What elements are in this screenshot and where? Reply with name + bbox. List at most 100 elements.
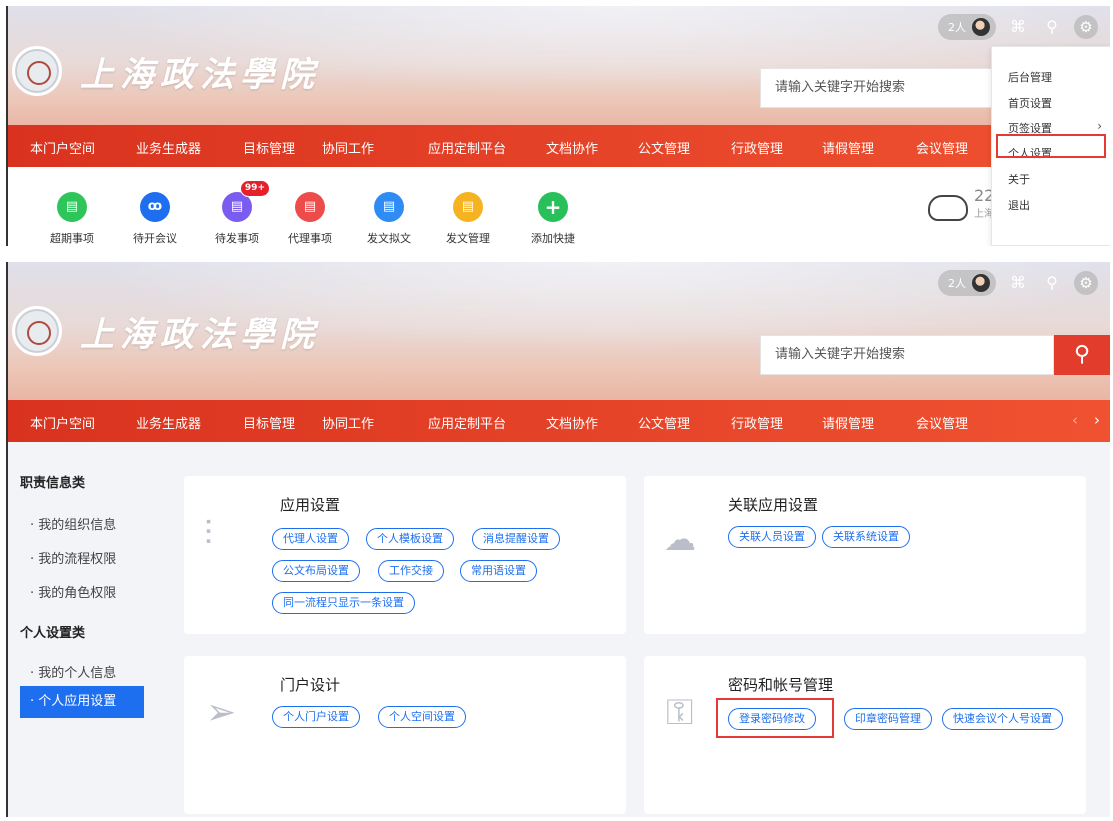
online-count: 2人 — [948, 277, 966, 290]
doc-icon: ▤ — [57, 192, 87, 222]
chevron-right-icon: › — [1097, 119, 1102, 133]
sidebar-item-process-rights[interactable]: · 我的流程权限 — [30, 548, 116, 567]
nav-item[interactable]: 会议管理 — [916, 138, 968, 157]
tag-button[interactable]: 个人门户设置 — [272, 706, 360, 728]
nav-item[interactable]: 请假管理 — [822, 138, 874, 157]
tag-button[interactable]: 关联人员设置 — [728, 526, 816, 548]
tag-button[interactable]: 工作交接 — [378, 560, 444, 582]
shortcut-draft[interactable]: ▤ 发文拟文 — [359, 192, 419, 246]
nav-item[interactable]: 文档协作 — [546, 138, 598, 157]
shortcut-doc-manage[interactable]: ▤ 发文管理 — [438, 192, 498, 246]
tag-button[interactable]: 消息提醒设置 — [472, 528, 560, 550]
tag-button[interactable]: 同一流程只显示一条设置 — [272, 592, 415, 614]
tag-button[interactable]: 常用语设置 — [460, 560, 537, 582]
nav-item[interactable]: 应用定制平台 — [428, 413, 506, 432]
nav-item[interactable]: 业务生成器 — [136, 413, 201, 432]
search-button[interactable]: ⚲ — [1054, 335, 1110, 375]
header-banner: 上海政法學院 请输入关键字开始搜索 ⚲ 2人 ⌘ ⚲ ⚙ — [8, 262, 1110, 402]
tag-button[interactable]: 个人空间设置 — [378, 706, 466, 728]
avatar[interactable] — [972, 274, 990, 292]
header-banner: 上海政法學院 请输入关键字开始搜索 2人 ⌘ ⚲ ⚙ — [8, 6, 1110, 131]
highlight-box — [996, 134, 1106, 158]
shortcut-pending-send[interactable]: ▤ 99+ 待发事项 — [207, 180, 270, 246]
tag-button[interactable]: 个人模板设置 — [366, 528, 454, 550]
card-title: 关联应用设置 — [728, 496, 819, 514]
nav-item[interactable]: 目标管理 — [243, 413, 295, 432]
tag-button[interactable]: 公文布局设置 — [272, 560, 360, 582]
tag-button[interactable]: 关联系统设置 — [822, 526, 910, 548]
sidebar-item-org-info[interactable]: · 我的组织信息 — [30, 514, 116, 533]
sidebar-item-role-rights[interactable]: · 我的角色权限 — [30, 582, 116, 601]
menu-item-admin[interactable]: 后台管理 — [1008, 69, 1052, 85]
tag-button[interactable]: 代理人设置 — [272, 528, 349, 550]
shortcut-meetings[interactable]: ꝏ 待开会议 — [125, 192, 185, 246]
sidebar-item-app-settings[interactable]: · 个人应用设置 — [20, 686, 144, 718]
card-linked-apps: ☁ 关联应用设置 关联人员设置 关联系统设置 — [644, 476, 1086, 634]
plus-icon: + — [538, 192, 568, 222]
nav-item[interactable]: 应用定制平台 — [428, 138, 506, 157]
nav-item[interactable]: 请假管理 — [822, 413, 874, 432]
school-name: 上海政法學院 — [80, 54, 320, 95]
nav-item[interactable]: 本门户空间 — [30, 138, 95, 157]
shortcut-bar: ▤ 超期事项 ꝏ 待开会议 ▤ 99+ 待发事项 ▤ 代理事项 ▤ 发文拟文 ▤ … — [8, 167, 1110, 246]
card-portal-design: ➢ 门户设计 个人门户设置 个人空间设置 — [184, 656, 626, 814]
nav-item[interactable]: 公文管理 — [638, 413, 690, 432]
settings-dropdown-menu: 后台管理 首页设置 页签设置 › 个人设置 关于 退出 — [991, 46, 1110, 246]
search-bar[interactable]: 请输入关键字开始搜索 ⚲ — [760, 335, 1110, 375]
nav-item[interactable]: 行政管理 — [731, 413, 783, 432]
online-users-pill[interactable]: 2人 — [938, 270, 996, 296]
avatar[interactable] — [972, 18, 990, 36]
card-title: 门户设计 — [280, 676, 341, 694]
sidebar-item-personal-info[interactable]: · 我的个人信息 — [30, 662, 116, 681]
shortcut-label: 发文管理 — [446, 232, 490, 245]
apps-grid-icon[interactable]: ⌘ — [1006, 271, 1030, 295]
screenshot-bottom-panel: 上海政法學院 请输入关键字开始搜索 ⚲ 2人 ⌘ ⚲ ⚙ 本门户空间 业务生成器… — [6, 262, 1110, 817]
link-cloud-icon: ☁ — [664, 520, 696, 558]
shortcut-overdue[interactable]: ▤ 超期事项 — [42, 192, 102, 246]
cloud-icon — [928, 195, 968, 221]
card-app-settings: ⫶ 应用设置 代理人设置 个人模板设置 消息提醒设置 公文布局设置 工作交接 常… — [184, 476, 626, 634]
school-logo[interactable]: 上海政法學院 — [12, 306, 320, 356]
nav-item[interactable]: 会议管理 — [916, 413, 968, 432]
search-icon[interactable]: ⚲ — [1040, 271, 1064, 295]
count-badge: 99+ — [239, 180, 270, 197]
nav-item[interactable]: 公文管理 — [638, 138, 690, 157]
main-nav: 本门户空间 业务生成器 目标管理 协同工作 应用定制平台 文档协作 公文管理 行… — [8, 125, 1110, 167]
gear-icon[interactable]: ⚙ — [1074, 15, 1098, 39]
shortcut-add[interactable]: + 添加快捷 — [523, 192, 583, 246]
settings-content: ⫶ 应用设置 代理人设置 个人模板设置 消息提醒设置 公文布局设置 工作交接 常… — [156, 442, 1110, 817]
chevron-left-icon[interactable]: ‹ — [1072, 411, 1078, 429]
online-users-pill[interactable]: 2人 — [938, 14, 996, 40]
apps-grid-icon[interactable]: ⌘ — [1006, 15, 1030, 39]
nav-item[interactable]: 本门户空间 — [30, 413, 95, 432]
shortcut-label: 发文拟文 — [367, 232, 411, 245]
card-title: 密码和帐号管理 — [728, 676, 834, 694]
menu-item-about[interactable]: 关于 — [1008, 171, 1030, 187]
menu-item-logout[interactable]: 退出 — [1008, 197, 1030, 213]
nav-item[interactable]: 业务生成器 — [136, 138, 201, 157]
nav-item[interactable]: 协同工作 — [322, 138, 374, 157]
menu-item-home-settings[interactable]: 首页设置 — [1008, 95, 1052, 111]
nav-item[interactable]: 文档协作 — [546, 413, 598, 432]
shortcut-label: 待开会议 — [133, 232, 177, 245]
nav-item[interactable]: 协同工作 — [322, 413, 374, 432]
search-input[interactable]: 请输入关键字开始搜索 — [760, 335, 1054, 375]
tag-button[interactable]: 印章密码管理 — [844, 708, 932, 730]
settings-sidebar: 职责信息类 · 我的组织信息 · 我的流程权限 · 我的角色权限 个人设置类 ·… — [8, 442, 156, 817]
shortcut-proxy[interactable]: ▤ 代理事项 — [280, 192, 340, 246]
shortcut-label: 添加快捷 — [531, 232, 575, 245]
school-logo[interactable]: 上海政法學院 — [12, 46, 320, 96]
nav-item[interactable]: 行政管理 — [731, 138, 783, 157]
main-nav: 本门户空间 业务生成器 目标管理 协同工作 应用定制平台 文档协作 公文管理 行… — [8, 400, 1110, 442]
card-password-account: ⚿ 密码和帐号管理 登录密码修改 印章密码管理 快速会议个人号设置 — [644, 656, 1086, 814]
nav-item[interactable]: 目标管理 — [243, 138, 295, 157]
tag-button[interactable]: 快速会议个人号设置 — [942, 708, 1063, 730]
school-seal-icon — [12, 46, 62, 96]
paper-plane-icon: ➢ — [206, 692, 237, 733]
shortcut-label: 代理事项 — [288, 232, 332, 245]
chevron-right-icon[interactable]: › — [1094, 411, 1100, 429]
shortcut-label: 超期事项 — [50, 232, 94, 245]
meeting-icon: ꝏ — [140, 192, 170, 222]
search-icon[interactable]: ⚲ — [1040, 15, 1064, 39]
gear-icon[interactable]: ⚙ — [1074, 271, 1098, 295]
